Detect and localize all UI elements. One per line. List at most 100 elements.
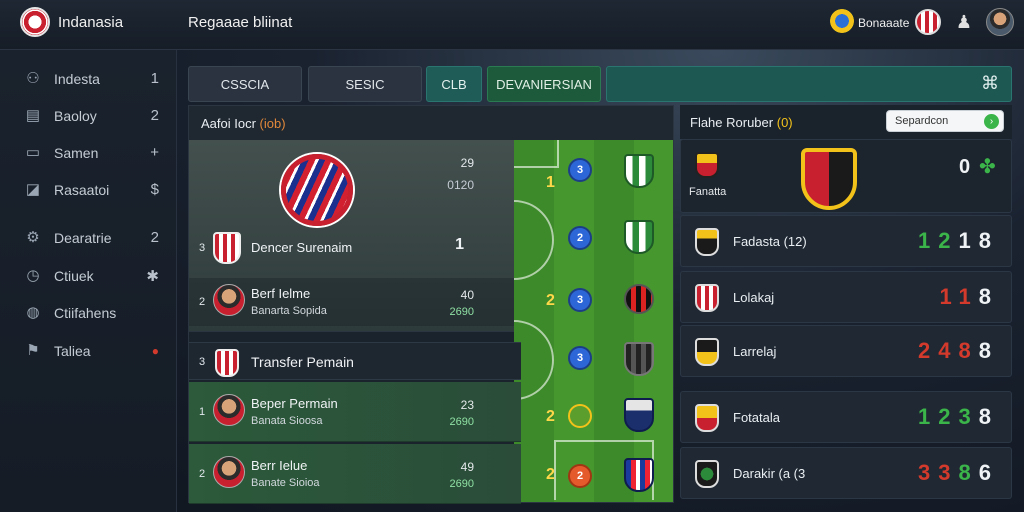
transfer-header[interactable]: 3 Transfer Pemain xyxy=(189,342,521,380)
club-label: Fanatta xyxy=(689,186,727,198)
transfer-row[interactable]: 1 Beper Permain Banata Sioosa 23 2690 xyxy=(189,382,521,442)
sidebar-item-label: Ctiifahens xyxy=(54,305,117,321)
player-photo xyxy=(213,394,245,426)
sidebar-item-count: ● xyxy=(151,344,159,358)
sidebar-item-count: ✱ xyxy=(146,268,159,285)
score-digit: 2 xyxy=(938,228,959,253)
sidebar-item-ctiuek[interactable]: ◷ Ctiuek ✱ xyxy=(0,260,177,292)
panel-title-text: Flahe Roruber xyxy=(690,115,774,130)
settings-icon[interactable]: ♟ xyxy=(954,12,974,32)
score-digits: 1238 xyxy=(918,404,999,430)
player-price: 2690 xyxy=(449,416,474,428)
result-row[interactable]: Larrelaj 2488 xyxy=(680,325,1012,377)
row-number: 1 xyxy=(199,406,206,418)
team-name: Fadasta (12) xyxy=(733,234,807,249)
close-icon[interactable]: ⌘ xyxy=(981,73,999,94)
score-digit: 6 xyxy=(978,460,999,485)
score-digit: 3 xyxy=(938,460,959,485)
featured-player-card[interactable]: 29 0120 3 Dencer Surenaim 1 2 Berf Ielme… xyxy=(189,140,514,332)
score-digit: 1 xyxy=(958,228,979,253)
list-item[interactable]: 2 Berf Ielme Banarta Sopida 40 2690 xyxy=(189,278,514,326)
player-marker[interactable]: 2 xyxy=(568,464,592,488)
results-panel: Flahe Roruber (0) Separdcon › Fanatta 0 … xyxy=(680,105,1012,503)
score-digit: 3 xyxy=(958,404,979,429)
sidebar-item-label: Ctiuek xyxy=(54,268,94,284)
club-crest-icon xyxy=(695,152,719,178)
score-digit: 2 xyxy=(938,404,959,429)
pitch-number: 2 xyxy=(546,292,555,309)
sidebar-item-count: 2 xyxy=(150,107,159,124)
tab-clb[interactable]: CLB xyxy=(426,66,482,102)
sidebar-item-rasaatoi[interactable]: ◪ Rasaatoi $ xyxy=(0,174,177,206)
sidebar-item-ctiifahens[interactable]: ◍ Ctiifahens xyxy=(0,297,177,329)
avatar[interactable] xyxy=(986,8,1014,36)
score-digit: 8 xyxy=(978,228,999,253)
tab-cssica[interactable]: CSSCIA xyxy=(188,66,302,102)
team-name: Fotatala xyxy=(733,410,780,425)
search-placeholder: Separdcon xyxy=(895,115,949,127)
tab-devaniersian[interactable]: DEVANIERSIAN xyxy=(487,66,601,102)
brand-logo-icon[interactable] xyxy=(20,7,50,37)
list-item[interactable]: 3 Dencer Surenaim 1 xyxy=(189,224,514,272)
row-number: 3 xyxy=(199,242,206,254)
club-crest-icon xyxy=(695,460,719,488)
sidebar-item-samen[interactable]: ▭ Samen + xyxy=(0,137,177,169)
panel-title: Aafoi Iocr (iob) xyxy=(201,116,286,131)
transfer-row[interactable]: 2 Berr Ielue Banate Sioioa 49 2690 xyxy=(189,444,521,504)
sidebar-item-label: Rasaatoi xyxy=(54,182,110,198)
chart-icon: ◪ xyxy=(25,181,41,198)
pitch-line xyxy=(514,140,559,168)
gear-icon: ⚙ xyxy=(26,229,40,246)
player-value: 1 xyxy=(455,236,464,253)
team-name: Lolakaj xyxy=(733,290,775,305)
result-row[interactable]: Lolakaj 118 xyxy=(680,271,1012,323)
player-marker[interactable]: 3 xyxy=(568,158,592,182)
club-crest-icon xyxy=(624,284,654,314)
club-crest-icon xyxy=(281,154,353,226)
club-crest-icon xyxy=(624,458,654,492)
list-item: 2 Berr Ielue Banate Sioioa 49 2690 xyxy=(189,450,514,498)
list-item: 1 Beper Permain Banata Sioosa 23 2690 xyxy=(189,388,514,436)
result-row[interactable]: Fotatala 1238 xyxy=(680,391,1012,443)
pitch-line xyxy=(514,200,554,280)
score-digit: 1 xyxy=(939,284,959,309)
player-name: Beper Permain xyxy=(251,396,338,411)
user-name[interactable]: Bonaaate xyxy=(858,16,909,30)
sidebar-item-indesta[interactable]: ⚇ Indesta 1 xyxy=(0,63,177,95)
flag-icon: ⚑ xyxy=(26,342,40,359)
transfer-title: Transfer Pemain xyxy=(251,354,354,370)
club-crest-icon xyxy=(695,284,719,312)
score-digit: 1 xyxy=(918,404,939,429)
player-marker[interactable]: 3 xyxy=(568,288,592,312)
user-badge-icon[interactable] xyxy=(830,9,854,33)
search-go-icon[interactable]: › xyxy=(984,114,999,129)
sidebar-item-label: Indesta xyxy=(54,71,100,87)
player-marker[interactable]: 3 xyxy=(568,346,592,370)
player-marker[interactable] xyxy=(568,404,592,428)
sidebar-item-dearatrie[interactable]: ⚙ Dearatrie 2 xyxy=(0,222,177,254)
score-digit: 3 xyxy=(918,460,939,485)
club-crest-icon xyxy=(624,398,654,432)
featured-stat: 29 xyxy=(460,156,474,170)
club-crest-icon xyxy=(213,232,241,264)
featured-match-card[interactable]: Fanatta 0 ✤ xyxy=(680,139,1012,213)
top-bar: Indanasia Regaaae bliinat Bonaaate ♟ xyxy=(0,0,1024,50)
score-digit: 1 xyxy=(918,228,939,253)
score-digits: 3386 xyxy=(918,460,999,486)
player-sub: Banata Sioosa xyxy=(251,415,323,427)
tab-sesic[interactable]: SESIC xyxy=(308,66,422,102)
player-marker[interactable]: 2 xyxy=(568,226,592,250)
search-input[interactable]: Separdcon › xyxy=(886,110,1004,132)
sidebar-item-baoloy[interactable]: ▤ Baoloy 2 xyxy=(0,100,177,132)
sidebar-item-taliea[interactable]: ⚑ Taliea ● xyxy=(0,335,177,367)
result-row[interactable]: Fadasta (12) 1218 xyxy=(680,215,1012,267)
club-crest-icon[interactable] xyxy=(915,9,941,35)
panel-header: Flahe Roruber (0) Separdcon › xyxy=(680,105,1012,139)
result-row[interactable]: Darakir (a (3 3386 xyxy=(680,447,1012,499)
score-digits: 2488 xyxy=(918,338,999,364)
screen-title: Regaaae bliinat xyxy=(188,14,293,31)
gamepad-icon: ⚇ xyxy=(26,70,40,87)
player-price: 2690 xyxy=(449,478,474,490)
score-digit: 1 xyxy=(958,284,979,309)
score-digit: 8 xyxy=(978,404,999,429)
